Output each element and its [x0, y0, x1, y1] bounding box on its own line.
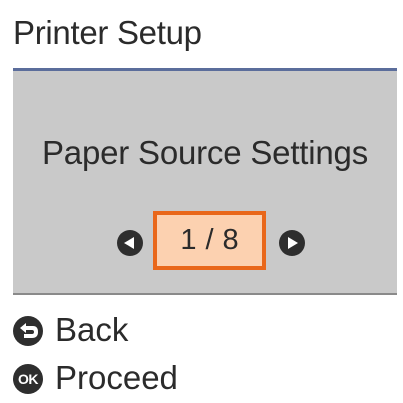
- current-page: 1: [180, 224, 197, 256]
- ok-icon: OK: [13, 364, 43, 394]
- settings-panel: Paper Source Settings 1/8: [13, 71, 397, 293]
- left-arrow-icon[interactable]: [117, 230, 143, 256]
- printer-setup-screen: Printer Setup Paper Source Settings 1/8 …: [0, 0, 403, 403]
- total-pages: 8: [222, 224, 239, 256]
- setting-title: Paper Source Settings: [42, 134, 368, 171]
- page-separator: /: [205, 224, 214, 256]
- right-arrow-icon[interactable]: [279, 230, 305, 256]
- proceed-label: Proceed: [55, 359, 178, 396]
- footer-divider: [13, 293, 397, 295]
- page-title: Printer Setup: [13, 14, 202, 51]
- back-label: Back: [55, 311, 129, 348]
- page-navigator: 1/8: [13, 210, 397, 276]
- page-indicator: 1/8: [153, 211, 266, 270]
- header: Printer Setup: [0, 0, 403, 71]
- back-icon: [13, 316, 43, 346]
